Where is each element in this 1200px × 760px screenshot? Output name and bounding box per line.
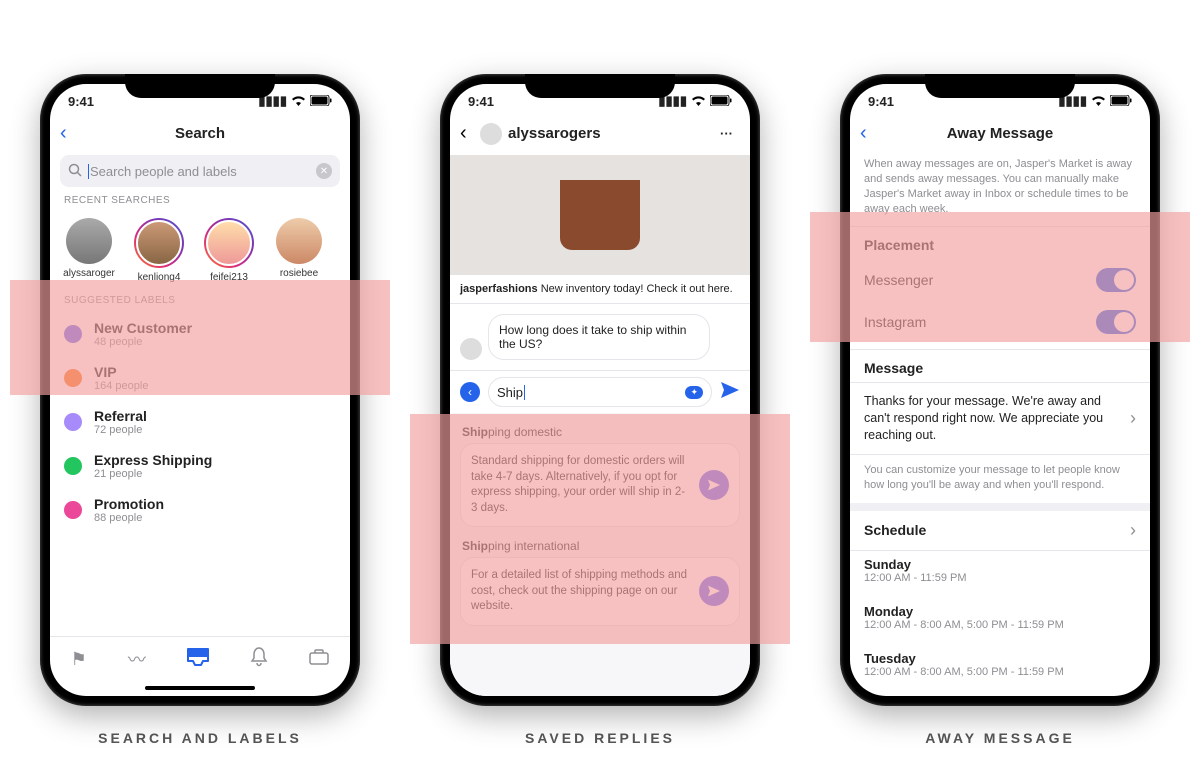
notch bbox=[925, 74, 1075, 98]
incoming-message: How long does it take to ship within the… bbox=[450, 304, 750, 370]
composer: ‹ Ship ✦ bbox=[450, 370, 750, 413]
status-icons: ▮▮▮▮ bbox=[258, 93, 332, 109]
recent-item[interactable]: rosiebee bbox=[274, 218, 324, 283]
status-icons: ▮▮▮▮ bbox=[658, 93, 732, 109]
avatar bbox=[460, 338, 482, 360]
color-dot bbox=[64, 413, 82, 431]
label-item[interactable]: VIP164 people bbox=[50, 356, 350, 400]
more-icon[interactable]: ··· bbox=[720, 126, 740, 141]
message-header: Message bbox=[850, 350, 1150, 382]
color-dot bbox=[64, 457, 82, 475]
suggestion-card[interactable]: For a detailed list of shipping methods … bbox=[460, 557, 740, 626]
saved-replies-panel: Shipping domestic Standard shipping for … bbox=[450, 413, 750, 696]
placement-instagram: Instagram bbox=[850, 301, 1150, 343]
schedule-item: Tuesday12:00 AM - 8:00 AM, 5:00 PM - 11:… bbox=[850, 645, 1150, 692]
back-button[interactable]: ‹ bbox=[60, 122, 80, 145]
post-caption: jasperfashions New inventory today! Chec… bbox=[450, 275, 750, 304]
toggle-instagram[interactable] bbox=[1096, 310, 1136, 334]
status-icons: ▮▮▮▮ bbox=[1058, 93, 1132, 109]
placement-header: Placement bbox=[850, 227, 1150, 259]
back-button[interactable]: ‹ bbox=[860, 122, 880, 145]
schedule-item: Wednesday12:00 AM - 8:00 AM, 5:00 PM - 1… bbox=[850, 692, 1150, 696]
search-placeholder: Search people and labels bbox=[88, 164, 237, 179]
label-item[interactable]: Express Shipping21 people bbox=[50, 444, 350, 488]
tab-flag-icon[interactable]: ⚑ bbox=[71, 649, 87, 670]
home-indicator[interactable] bbox=[145, 686, 255, 690]
chevron-right-icon: › bbox=[1130, 520, 1136, 541]
page-title: Search bbox=[80, 125, 320, 142]
recent-searches: alyssaroger kenliong4 feifei213 rosiebee bbox=[50, 212, 350, 287]
recent-item[interactable]: kenliong4 bbox=[134, 218, 184, 283]
phone-chat: 9:41 ▮▮▮▮ ‹ alyssarogers ··· bbox=[440, 74, 760, 706]
tab-notifications-icon[interactable] bbox=[250, 647, 268, 672]
schedule-row[interactable]: Schedule › bbox=[850, 511, 1150, 551]
send-suggestion-button[interactable] bbox=[699, 576, 729, 606]
tab-insights-icon[interactable]: 〰 bbox=[128, 646, 146, 672]
navbar: ‹ Away Message bbox=[850, 118, 1150, 155]
clear-icon[interactable]: ✕ bbox=[316, 163, 332, 179]
suggestion-title: Shipping international bbox=[460, 535, 740, 557]
saved-reply-icon[interactable]: ✦ bbox=[685, 386, 703, 399]
avatar bbox=[480, 123, 502, 145]
search-input[interactable]: Search people and labels ✕ bbox=[60, 155, 340, 187]
suggested-header: SUGGESTED LABELS bbox=[50, 287, 350, 312]
message-hint: You can customize your message to let pe… bbox=[850, 455, 1150, 503]
chevron-right-icon: › bbox=[1130, 408, 1136, 429]
caption: AWAY MESSAGE bbox=[840, 730, 1160, 746]
post-image bbox=[560, 180, 640, 250]
toggle-messenger[interactable] bbox=[1096, 268, 1136, 292]
label-item[interactable]: Referral72 people bbox=[50, 400, 350, 444]
status-time: 9:41 bbox=[68, 94, 94, 109]
navbar: ‹ Search bbox=[50, 118, 350, 155]
description: When away messages are on, Jasper's Mark… bbox=[850, 155, 1150, 226]
color-dot bbox=[64, 369, 82, 387]
away-message-row[interactable]: Thanks for your message. We're away and … bbox=[850, 382, 1150, 455]
status-time: 9:41 bbox=[868, 94, 894, 109]
color-dot bbox=[64, 325, 82, 343]
schedule-item: Monday12:00 AM - 8:00 AM, 5:00 PM - 11:5… bbox=[850, 598, 1150, 645]
recent-item[interactable]: feifei213 bbox=[204, 218, 254, 283]
wifi-icon bbox=[1091, 94, 1106, 109]
recent-header: RECENT SEARCHES bbox=[50, 187, 350, 212]
suggestion-title: Shipping domestic bbox=[460, 421, 740, 443]
phone-search: 9:41 ▮▮▮▮ ‹ Search bbox=[40, 74, 360, 706]
tab-tools-icon[interactable] bbox=[309, 649, 329, 670]
shared-post[interactable] bbox=[450, 155, 750, 275]
tab-inbox-icon[interactable] bbox=[187, 648, 209, 671]
caption: SEARCH AND LABELS bbox=[40, 730, 360, 746]
caption: SAVED REPLIES bbox=[440, 730, 760, 746]
notch bbox=[125, 74, 275, 98]
battery-icon bbox=[710, 94, 732, 109]
notch bbox=[525, 74, 675, 98]
chat-title[interactable]: alyssarogers bbox=[480, 123, 720, 145]
label-item[interactable]: New Customer48 people bbox=[50, 312, 350, 356]
label-list: New Customer48 people VIP164 people Refe… bbox=[50, 312, 350, 532]
send-suggestion-button[interactable] bbox=[699, 470, 729, 500]
placement-messenger: Messenger bbox=[850, 259, 1150, 301]
wifi-icon bbox=[691, 94, 706, 109]
recent-item[interactable]: alyssaroger bbox=[64, 218, 114, 283]
page-title: Away Message bbox=[880, 125, 1120, 142]
wifi-icon bbox=[291, 94, 306, 109]
send-button[interactable] bbox=[720, 381, 740, 404]
battery-icon bbox=[1110, 94, 1132, 109]
tab-bar: ⚑ 〰 bbox=[50, 636, 350, 681]
message-input[interactable]: Ship ✦ bbox=[488, 377, 712, 407]
composer-back-button[interactable]: ‹ bbox=[460, 382, 480, 402]
battery-icon bbox=[310, 94, 332, 109]
suggestion-card[interactable]: Standard shipping for domestic orders wi… bbox=[460, 443, 740, 527]
phone-away: 9:41 ▮▮▮▮ ‹ Away Message When away messa… bbox=[840, 74, 1160, 706]
status-time: 9:41 bbox=[468, 94, 494, 109]
schedule-item: Sunday12:00 AM - 11:59 PM bbox=[850, 551, 1150, 598]
color-dot bbox=[64, 501, 82, 519]
label-item[interactable]: Promotion88 people bbox=[50, 488, 350, 532]
back-button[interactable]: ‹ bbox=[460, 122, 480, 145]
search-icon bbox=[68, 163, 82, 180]
navbar: ‹ alyssarogers ··· bbox=[450, 118, 750, 155]
